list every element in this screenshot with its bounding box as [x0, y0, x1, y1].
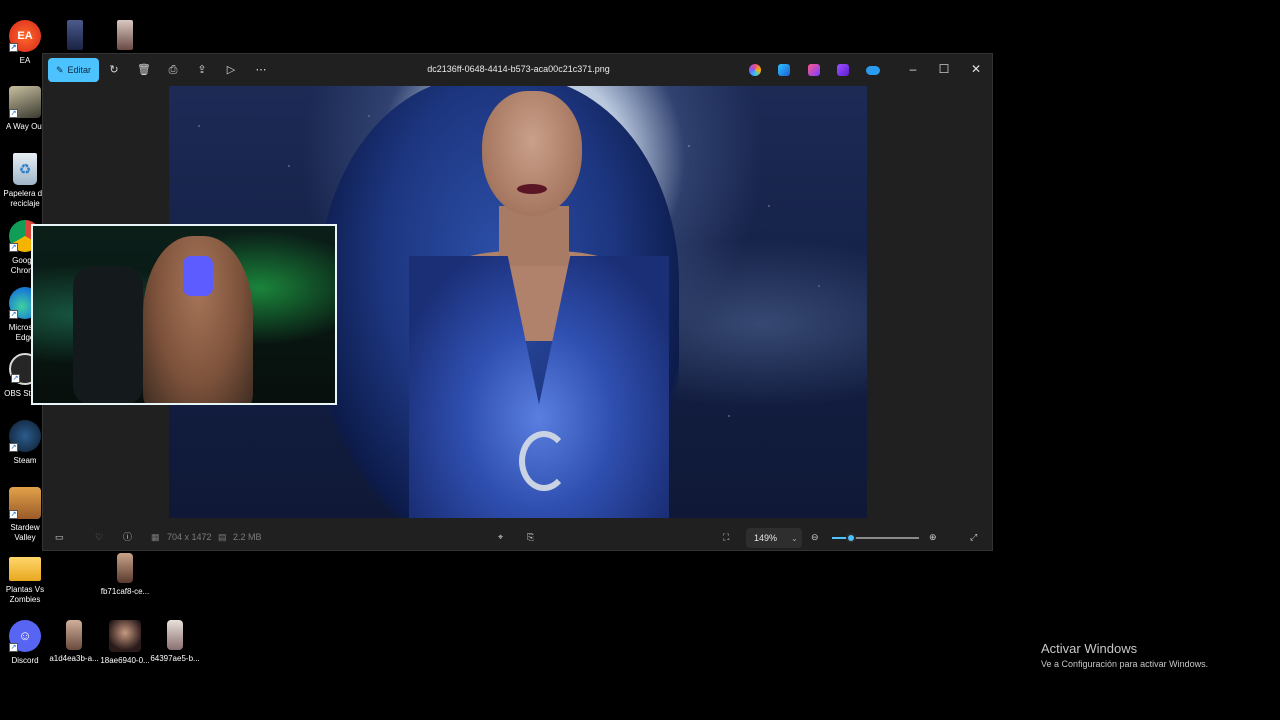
- folder-icon: [9, 557, 41, 581]
- zoom-slider-thumb[interactable]: [846, 533, 857, 543]
- crescent-moon-ornament: [519, 431, 569, 491]
- desktop-icon-plantas-vs-zombies[interactable]: Plantas Vs Zombies: [0, 553, 50, 605]
- file-size-icon: ▤: [218, 532, 227, 542]
- filmstrip-icon[interactable]: ▭: [55, 530, 64, 544]
- zoom-slider[interactable]: [832, 533, 919, 543]
- favorite-icon[interactable]: ♡: [95, 530, 103, 544]
- text-scan-icon[interactable]: ⎘: [527, 530, 534, 544]
- zoom-level: 149%: [754, 533, 778, 543]
- zoom-in-icon[interactable]: ⊕: [929, 530, 937, 544]
- image-file-icon: [167, 620, 183, 650]
- image-file-icon: [117, 553, 133, 583]
- stardew-valley-icon: ↗: [9, 487, 41, 519]
- dimensions-icon: ▦: [151, 532, 160, 542]
- activation-watermark: Activar Windows Ve a Configuración para …: [1041, 641, 1208, 669]
- minimize-button[interactable]: –: [905, 61, 921, 77]
- desktop-icon-label: Plantas Vs Zombies: [5, 585, 45, 604]
- desktop-file[interactable]: a1d4ea3b-a...: [49, 620, 99, 664]
- desktop-file-label: 18ae6940-0...: [100, 656, 150, 665]
- desktop-file[interactable]: 18ae6940-0...: [100, 620, 150, 666]
- visual-search-icon[interactable]: ⌖: [498, 530, 503, 544]
- a-way-out-icon: ↗: [9, 86, 41, 118]
- zoom-dropdown[interactable]: 149% ⌄: [746, 528, 802, 548]
- ea-icon: EA ↗: [9, 20, 41, 52]
- recycle-bin-icon: ♻: [13, 153, 37, 185]
- chevron-down-icon: ⌄: [791, 533, 798, 543]
- fullscreen-icon[interactable]: ⤢: [970, 530, 977, 544]
- headset: [183, 256, 213, 296]
- image-thumbnail[interactable]: [117, 20, 133, 50]
- designer-icon[interactable]: [808, 64, 820, 76]
- desktop-icon-label: Steam: [13, 456, 37, 465]
- file-size: 2.2 MB: [233, 532, 262, 542]
- steam-icon: ↗: [9, 420, 41, 452]
- desktop-icon-label: A Way Out: [6, 122, 44, 131]
- activation-subtitle: Ve a Configuración para activar Windows.: [1041, 659, 1209, 669]
- image-dimensions: 704 x 1472: [167, 532, 212, 542]
- title-bar[interactable]: ✎ Editar ↻ 🗑 ⎙ ⇪ ▷ ⋯ dc2136ff-0648-4414-…: [43, 54, 992, 86]
- image-thumbnail[interactable]: [67, 20, 83, 50]
- bottom-toolbar: ▭ ♡ ⓘ ▦ 704 x 1472 ▤ 2.2 MB ⌖ ⎘ ⛶ 149% ⌄…: [43, 522, 992, 552]
- desktop-file[interactable]: fb71caf8-ce...: [100, 553, 150, 597]
- desktop-file[interactable]: 64397ae5-b...: [150, 620, 200, 664]
- desktop-file-label: fb71caf8-ce...: [100, 587, 150, 596]
- close-button[interactable]: ✕: [968, 61, 984, 77]
- lips: [517, 184, 547, 194]
- photo-editor-icon[interactable]: [778, 64, 790, 76]
- desktop-icon-label: Discord: [11, 656, 39, 665]
- discord-icon: ☺ ↗: [9, 620, 41, 652]
- desktop-icon-discord[interactable]: ☺ ↗ Discord: [0, 620, 50, 666]
- desktop-icon-label: EA: [19, 56, 31, 65]
- window-title: dc2136ff-0648-4414-b573-aca00c21c371.png: [427, 64, 610, 74]
- webcam-overlay: [31, 224, 337, 405]
- desktop-file-label: a1d4ea3b-a...: [49, 654, 99, 663]
- activation-title: Activar Windows: [1041, 641, 1138, 656]
- maximize-button[interactable]: ☐: [936, 61, 952, 77]
- zoom-out-icon[interactable]: ⊖: [811, 530, 819, 544]
- desktop-file-label: 64397ae5-b...: [150, 654, 200, 663]
- gaming-chair: [73, 266, 143, 403]
- fit-to-window-icon[interactable]: ⛶: [723, 530, 729, 544]
- image-file-icon: [66, 620, 82, 650]
- clipchamp-icon[interactable]: [837, 64, 849, 76]
- onedrive-icon[interactable]: [866, 66, 880, 75]
- face: [482, 91, 582, 216]
- image-file-icon: [109, 620, 141, 652]
- info-icon[interactable]: ⓘ: [123, 530, 132, 544]
- copilot-icon[interactable]: [749, 64, 761, 76]
